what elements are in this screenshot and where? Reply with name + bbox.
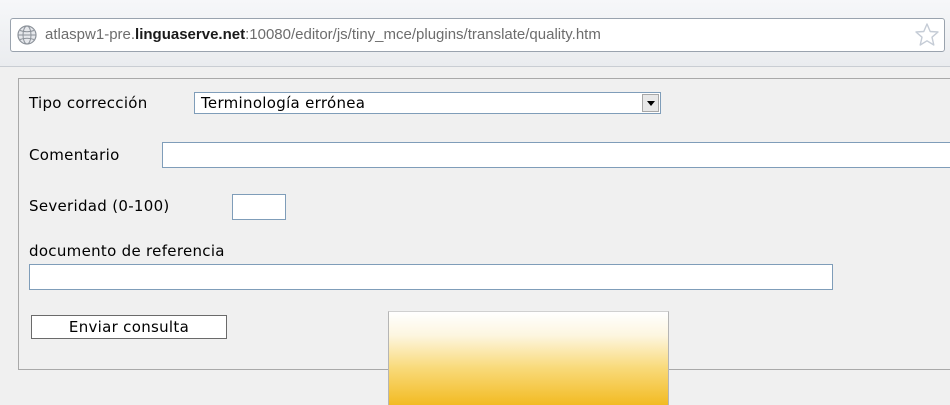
tipo-correccion-select[interactable]: Terminología errónea xyxy=(194,92,661,114)
enviar-consulta-button[interactable]: Enviar consulta xyxy=(31,315,227,339)
documento-referencia-input[interactable] xyxy=(29,264,833,290)
bookmark-star-icon[interactable] xyxy=(914,22,940,48)
tipo-correccion-label: Tipo corrección xyxy=(29,94,148,112)
url-field[interactable]: atlaspw1-pre.linguaserve.net:10080/edito… xyxy=(10,18,945,52)
documento-referencia-label: documento de referencia xyxy=(29,242,225,260)
url-path: :10080/editor/js/tiny_mce/plugins/transl… xyxy=(245,26,601,43)
gradient-popup xyxy=(388,311,669,405)
comentario-input[interactable] xyxy=(162,142,950,168)
url-text: atlaspw1-pre.linguaserve.net:10080/edito… xyxy=(45,26,601,43)
globe-icon xyxy=(17,25,37,45)
address-bar: atlaspw1-pre.linguaserve.net:10080/edito… xyxy=(0,0,950,67)
chevron-down-icon[interactable] xyxy=(642,94,659,112)
url-domain: linguaserve.net xyxy=(135,26,246,43)
comentario-label: Comentario xyxy=(29,146,120,164)
url-prefix: atlaspw1-pre. xyxy=(45,26,136,43)
severidad-label: Severidad (0-100) xyxy=(29,197,170,215)
tipo-correccion-value: Terminología errónea xyxy=(201,94,366,112)
severidad-input[interactable] xyxy=(232,194,286,220)
